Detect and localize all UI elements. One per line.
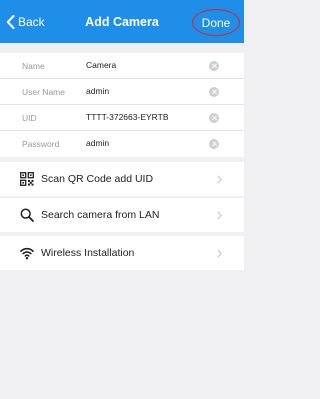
user-name-field[interactable] xyxy=(86,86,196,96)
wireless-installation-label: Wireless Installation xyxy=(41,247,135,259)
password-row: Password xyxy=(0,131,244,157)
search-lan-option[interactable]: Search camera from LAN xyxy=(0,198,244,232)
chevron-right-icon xyxy=(217,211,222,220)
qr-code-icon xyxy=(20,172,34,186)
password-label: Password xyxy=(22,139,60,149)
password-field[interactable] xyxy=(86,138,196,148)
uid-row: UID xyxy=(0,105,244,131)
chevron-right-icon xyxy=(217,249,222,258)
page-title: Add Camera xyxy=(85,15,159,29)
clear-icon[interactable] xyxy=(209,61,219,71)
uid-field[interactable] xyxy=(86,112,196,122)
uid-label: UID xyxy=(22,113,37,123)
clear-icon[interactable] xyxy=(209,113,219,123)
search-lan-label: Search camera from LAN xyxy=(41,209,160,221)
wifi-icon xyxy=(20,247,34,260)
chevron-right-icon xyxy=(217,175,222,184)
camera-form: Name User Name UID Password xyxy=(0,53,244,157)
scan-qr-code-label: Scan QR Code add UID xyxy=(41,173,154,185)
clear-icon[interactable] xyxy=(209,139,219,149)
chevron-left-icon xyxy=(6,15,15,29)
wireless-installation-option[interactable]: Wireless Installation xyxy=(0,236,244,270)
user-name-row: User Name xyxy=(0,79,244,105)
search-icon xyxy=(20,208,34,222)
done-button[interactable]: Done xyxy=(195,13,237,33)
navigation-bar: Back Add Camera Done xyxy=(0,0,244,43)
name-field[interactable] xyxy=(86,60,196,70)
back-label: Back xyxy=(18,15,45,29)
user-name-label: User Name xyxy=(22,87,65,97)
back-button[interactable]: Back xyxy=(6,12,45,32)
scan-qr-code-option[interactable]: Scan QR Code add UID xyxy=(0,162,244,196)
name-label: Name xyxy=(22,61,45,71)
clear-icon[interactable] xyxy=(209,87,219,97)
name-row: Name xyxy=(0,53,244,79)
